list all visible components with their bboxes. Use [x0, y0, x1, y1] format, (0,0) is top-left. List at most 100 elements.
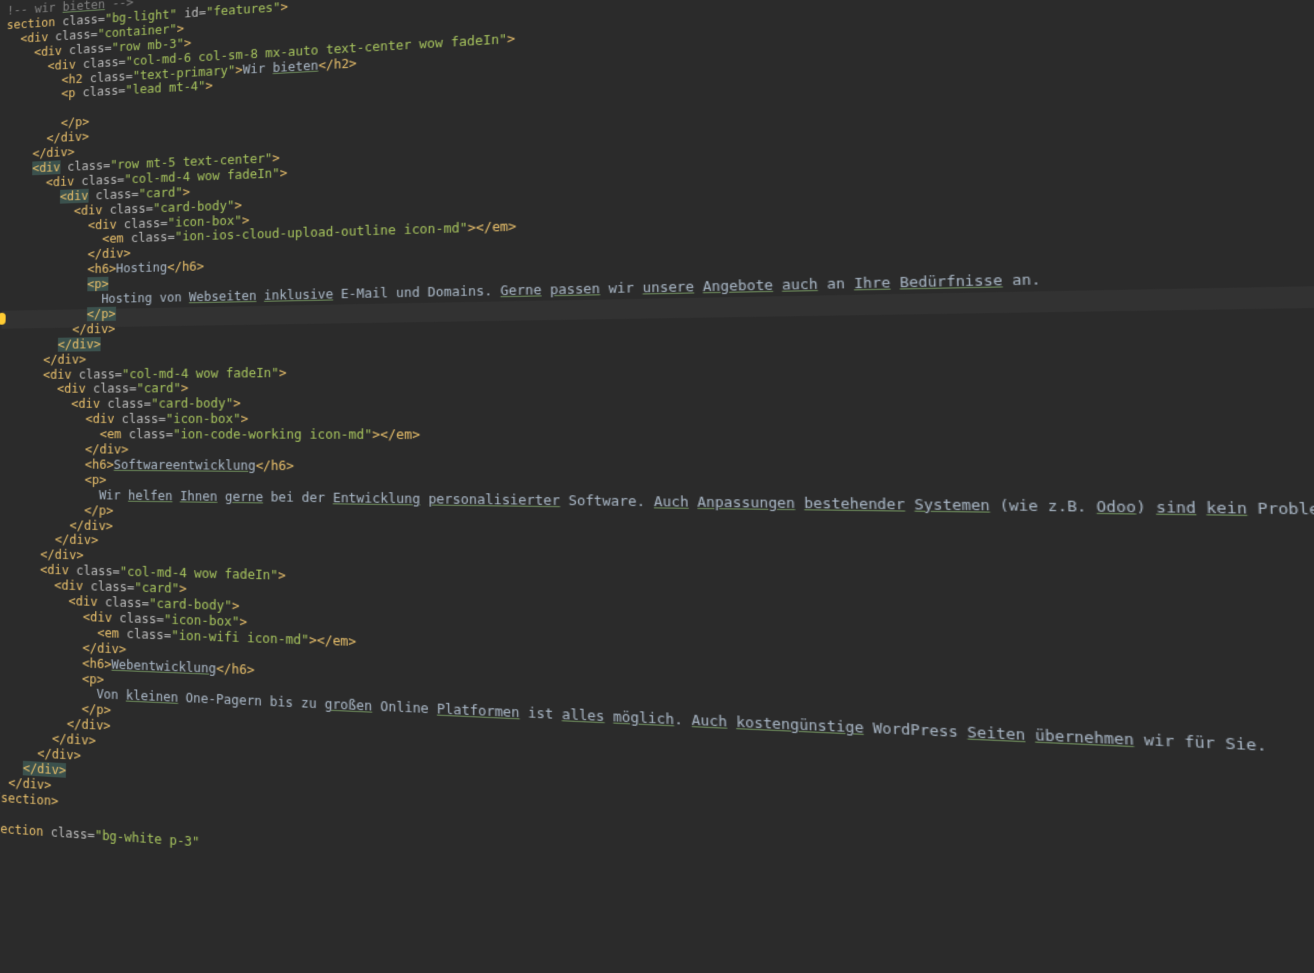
code-token: wir für Sie.: [1134, 732, 1267, 755]
code-token: helfen: [128, 488, 172, 503]
code-token: section: [0, 821, 51, 839]
code-token: alles: [562, 707, 605, 725]
code-token: [0, 427, 100, 441]
code-token: class=: [129, 427, 173, 441]
code-line[interactable]: /section>: [0, 789, 59, 810]
code-token: [688, 494, 697, 510]
code-token: <p>: [82, 671, 104, 686]
code-token: [905, 496, 915, 512]
code-token: kein: [1206, 499, 1247, 516]
code-token: Ihre: [854, 275, 891, 292]
code-token: kleinen: [126, 688, 178, 705]
code-token: <p: [61, 86, 82, 101]
code-token: [0, 472, 85, 487]
code-token: ></em>: [372, 427, 420, 442]
code-token: [1, 322, 72, 337]
code-token: <div: [60, 188, 89, 203]
code-token: Seiten: [967, 725, 1025, 744]
code-token: Platformen: [437, 702, 520, 721]
code-token: an: [818, 276, 854, 292]
code-token: </div>: [87, 246, 130, 261]
code-token: Bedürfnisse: [900, 273, 1003, 291]
code-token: [795, 495, 804, 511]
code-token: [0, 577, 54, 593]
code-token: personalisierter: [428, 491, 560, 508]
code-line[interactable]: Von kleinen One-Pagern bis zu großen Onl…: [0, 682, 1267, 756]
code-token: <div: [57, 382, 93, 396]
code-token: >: [184, 36, 191, 50]
code-token: [604, 709, 613, 725]
code-token: </div>: [58, 337, 101, 352]
code-token: </div>: [72, 322, 115, 337]
code-token: Gerne: [500, 282, 541, 298]
code-line[interactable]: <div class="card-body">: [0, 395, 241, 412]
code-token: "card-body": [151, 396, 233, 411]
code-token: class=: [76, 564, 120, 579]
code-line[interactable]: <div class="icon-box">: [0, 411, 248, 428]
code-lines: !-- wir bieten -->section class="bg-ligh…: [7, 0, 1314, 9]
code-token: <div: [88, 217, 124, 232]
code-token: unsere: [642, 279, 694, 295]
code-token: "ion-code-working icon-md": [173, 427, 372, 442]
code-token: </div>: [43, 352, 86, 366]
code-token: großen: [324, 697, 372, 714]
code-token: </p>: [81, 702, 111, 718]
code-token: >: [181, 381, 189, 395]
code-token: </h6>: [167, 259, 204, 274]
code-token: [0, 547, 41, 562]
code-token: [4, 161, 32, 176]
code-token: >: [182, 185, 190, 199]
code-token: kostengünstige: [736, 715, 864, 737]
code-token: Angebote: [703, 278, 774, 295]
code-token: class=: [107, 397, 151, 411]
code-token: </p>: [87, 307, 116, 322]
code-token: "features": [206, 0, 281, 19]
code-token: Odoo: [1096, 498, 1136, 515]
code-token: >: [179, 581, 187, 596]
code-token: [6, 32, 20, 46]
code-token: Webseiten: [189, 289, 257, 305]
code-token: Online: [372, 699, 437, 717]
code-token: bei der: [263, 489, 333, 505]
code-line[interactable]: section class="bg-white p-3": [0, 820, 200, 851]
code-editor[interactable]: !-- wir bieten -->section class="bg-ligh…: [0, 0, 1314, 973]
code-token: [217, 489, 225, 504]
code-token: (wie z.B.: [990, 497, 1097, 515]
code-token: id=: [177, 5, 206, 21]
code-token: </h2>: [318, 56, 356, 72]
code-token: >: [280, 166, 288, 181]
code-token: [727, 714, 736, 730]
code-token: <p>: [84, 472, 106, 486]
code-token: >: [278, 568, 286, 583]
code-token: class=: [126, 626, 171, 642]
code-token: <div: [71, 397, 107, 411]
code-token: class=: [82, 84, 125, 100]
code-token: passen: [550, 281, 600, 297]
code-token: <div: [74, 202, 110, 217]
code-token: <p>: [87, 277, 109, 292]
code-token: >: [507, 31, 515, 46]
code-token: Softwareentwicklung: [114, 457, 256, 472]
code-token: [0, 759, 23, 775]
code-token: <div: [54, 578, 90, 593]
code-token: Anpassungen: [697, 494, 795, 511]
code-token: <div: [32, 160, 60, 175]
code-token: ist: [520, 705, 562, 722]
code-token: [5, 87, 61, 104]
code-token: <h6>: [82, 656, 111, 672]
code-token: </div>: [69, 518, 113, 533]
code-token: "card": [134, 580, 179, 596]
code-token: class=: [119, 611, 164, 627]
code-token: [4, 147, 32, 162]
code-token: </h6>: [256, 458, 294, 473]
code-line[interactable]: Wir helfen Ihnen gerne bei der Entwicklu…: [0, 486, 1314, 520]
code-token: Ihnen: [180, 489, 218, 504]
code-token: Auch: [654, 494, 689, 510]
code-token: ></em>: [468, 219, 517, 235]
code-token: <div: [85, 412, 121, 426]
code-token: [0, 562, 40, 577]
code-token: "icon-box": [166, 412, 241, 427]
code-token: >: [233, 396, 241, 411]
code-token: <div: [83, 610, 120, 626]
code-token: [0, 397, 71, 411]
